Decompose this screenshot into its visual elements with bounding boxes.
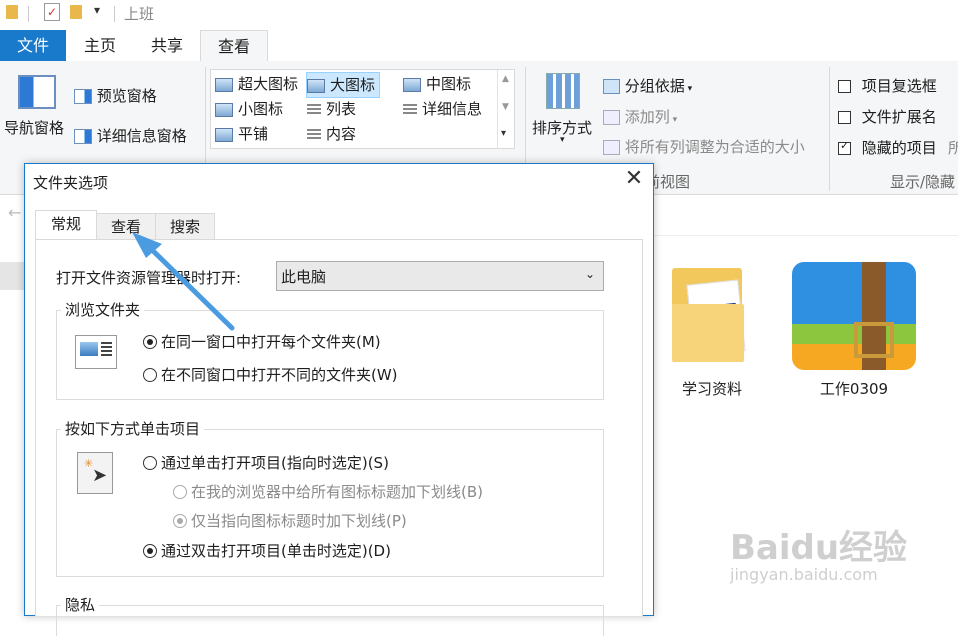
arrow-shaft bbox=[141, 239, 235, 331]
watermark-brand: Baidu经验 bbox=[730, 528, 908, 568]
watermark: Baidu经验 jingyan.baidu.com bbox=[730, 520, 907, 584]
